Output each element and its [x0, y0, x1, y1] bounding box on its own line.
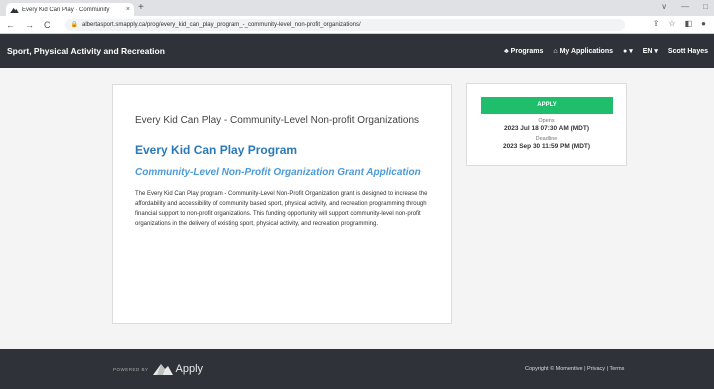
forward-icon[interactable]: → — [25, 20, 34, 30]
powered-by[interactable]: POWERED BY Apply — [113, 362, 203, 376]
copyright-links[interactable]: Copyright © Momentive | Privacy | Terms — [525, 366, 624, 372]
favicon-icon — [10, 7, 19, 13]
maximize-icon[interactable]: □ — [703, 2, 708, 11]
chevron-down-icon: ▾ — [629, 48, 633, 55]
apply-logo-icon — [152, 364, 173, 375]
user-menu[interactable]: Scott Hayes — [668, 48, 708, 55]
opens-label: Opens — [538, 118, 555, 124]
my-applications-link[interactable]: ⌂ My Applications — [553, 48, 613, 55]
programs-icon: ♣ — [504, 47, 509, 55]
share-icon[interactable]: ⇪ — [653, 19, 660, 28]
app-nav: ♣ Programs ⌂ My Applications ● ▾ EN ▾ Scot… — [504, 34, 708, 68]
help-menu[interactable]: ● ▾ — [623, 47, 633, 55]
tab-title: Every Kid Can Play · Community — [22, 6, 110, 13]
chevron-down-icon: ▾ — [654, 48, 658, 55]
program-description: The Every Kid Can Play program - Communi… — [135, 191, 428, 227]
profile-icon[interactable]: ● — [701, 19, 706, 28]
lock-icon: 🔒 — [70, 22, 78, 28]
program-card: Every Kid Can Play - Community-Level Non… — [112, 84, 452, 324]
window-controls: ∨ — □ — [661, 2, 708, 11]
url-field[interactable]: 🔒 albertasport.smapply.ca/prog/every_kid… — [64, 18, 625, 31]
footer: POWERED BY Apply Copyright © Momentive |… — [0, 349, 714, 389]
language-menu[interactable]: EN ▾ — [643, 47, 658, 55]
sidepanel-icon[interactable]: ◧ — [685, 19, 693, 28]
minimize-icon[interactable]: — — [681, 2, 689, 11]
home-icon: ⌂ — [553, 47, 558, 55]
program-subheading: Community-Level Non-Profit Organization … — [135, 167, 421, 178]
bookmark-star-icon[interactable]: ☆ — [668, 19, 675, 28]
tab-close-icon[interactable]: × — [126, 6, 130, 13]
back-icon[interactable]: ← — [6, 20, 15, 30]
help-icon: ● — [623, 48, 628, 55]
address-bar: ← → C 🔒 albertasport.smapply.ca/prog/eve… — [0, 16, 714, 34]
deadline-date: 2023 Sep 30 11:59 PM (MDT) — [502, 143, 591, 150]
main-content: Every Kid Can Play - Community-Level Non… — [0, 68, 714, 349]
new-tab-button[interactable]: + — [138, 3, 144, 13]
programs-link[interactable]: ♣ Programs — [504, 48, 543, 55]
site-title[interactable]: Sport, Physical Activity and Recreation — [7, 46, 165, 56]
program-title: Every Kid Can Play - Community-Level Non… — [135, 115, 419, 126]
opens-date: 2023 Jul 18 07:30 AM (MDT) — [503, 125, 589, 132]
program-heading: Every Kid Can Play Program — [135, 143, 298, 157]
browser-toolbar-icons: ⇪ ☆ ◧ ● — [653, 19, 706, 28]
deadline-label: Deadline — [535, 136, 558, 142]
url-text: albertasport.smapply.ca/prog/every_kid_c… — [81, 21, 361, 28]
apply-logo-text: Apply — [175, 363, 204, 375]
tab-search-icon[interactable]: ∨ — [661, 2, 667, 11]
browser-tab[interactable]: Every Kid Can Play · Community × — [6, 3, 134, 16]
browser-tab-bar: Every Kid Can Play · Community × + ∨ — □ — [0, 0, 714, 16]
powered-by-label: POWERED BY — [113, 366, 149, 372]
apply-button[interactable]: APPLY — [481, 97, 613, 114]
apply-panel: APPLY Opens 2023 Jul 18 07:30 AM (MDT) D… — [466, 83, 627, 166]
app-header: Sport, Physical Activity and Recreation … — [0, 34, 714, 68]
reload-icon[interactable]: C — [44, 20, 51, 30]
